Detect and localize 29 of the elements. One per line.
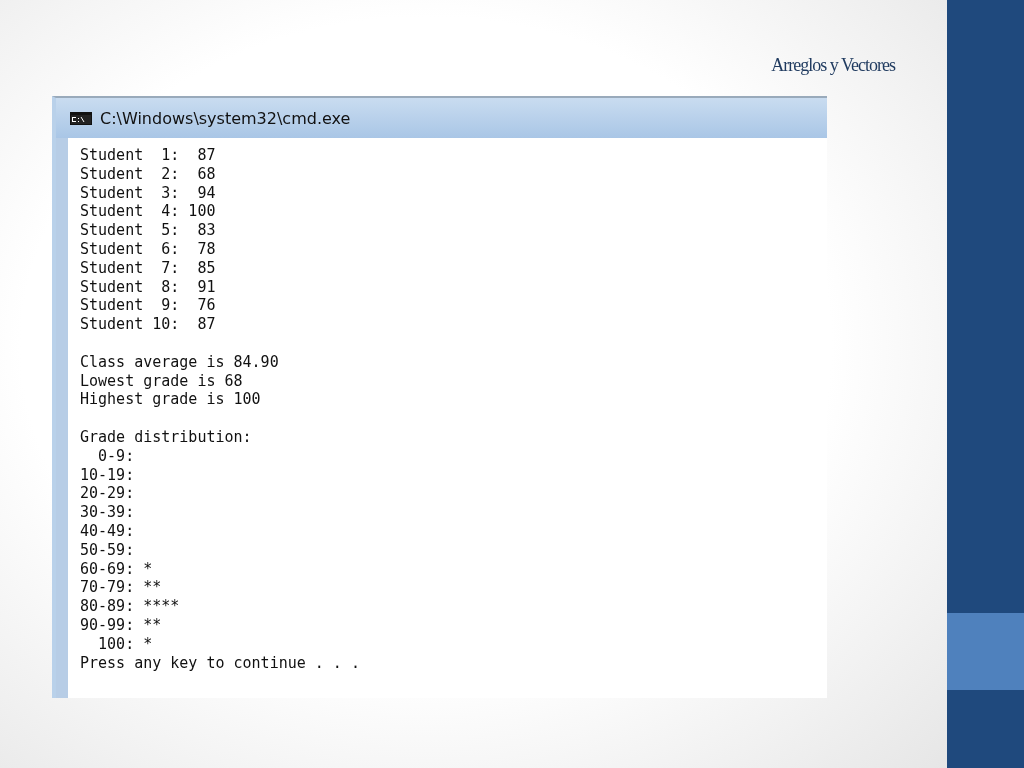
console-line: Student 6: 78 [80,240,217,259]
console-line: 60-69: * [80,559,154,579]
console-line: Grade distribution: [80,427,253,447]
console-line: 20-29: [80,484,136,504]
console-line: Lowest grade is 68 [80,371,244,391]
console-line: 70-79: ** [80,578,163,598]
slide-title: Arreglos y Vectores [770,55,895,76]
console-line: Student 4: 100 [80,202,217,222]
console-line: 90-99: ** [80,615,163,635]
console-line: 30-39: [80,503,136,522]
console-line: Student 1: 87 [80,146,217,165]
console-line: 10-19: [80,465,136,485]
console-line: Student 2: 68 [80,164,217,184]
console-line: 80-89: **** [80,597,181,616]
console-line: Highest grade is 100 [80,390,262,410]
console-line: Student 10: 87 [80,315,217,334]
console-line: Student 3: 94 [80,183,217,203]
window-title: C:\Windows\system32\cmd.exe [100,108,351,128]
console-line: Student 5: 83 [80,221,217,240]
console-line: 100: * [97,634,154,654]
console-line: 40-49: [80,521,136,541]
console-line: Student 7: 85 [80,258,217,278]
console-line: 0-9: [97,446,136,466]
console-line: 50-59: [80,540,136,560]
console-icon [70,111,92,125]
console-line: Press any key to continue . . . [80,653,361,673]
console-line: Student 9: 76 [80,296,217,316]
console-line: Class average is 84.90 [80,352,280,372]
console-line: Student 8: 91 [80,277,217,297]
